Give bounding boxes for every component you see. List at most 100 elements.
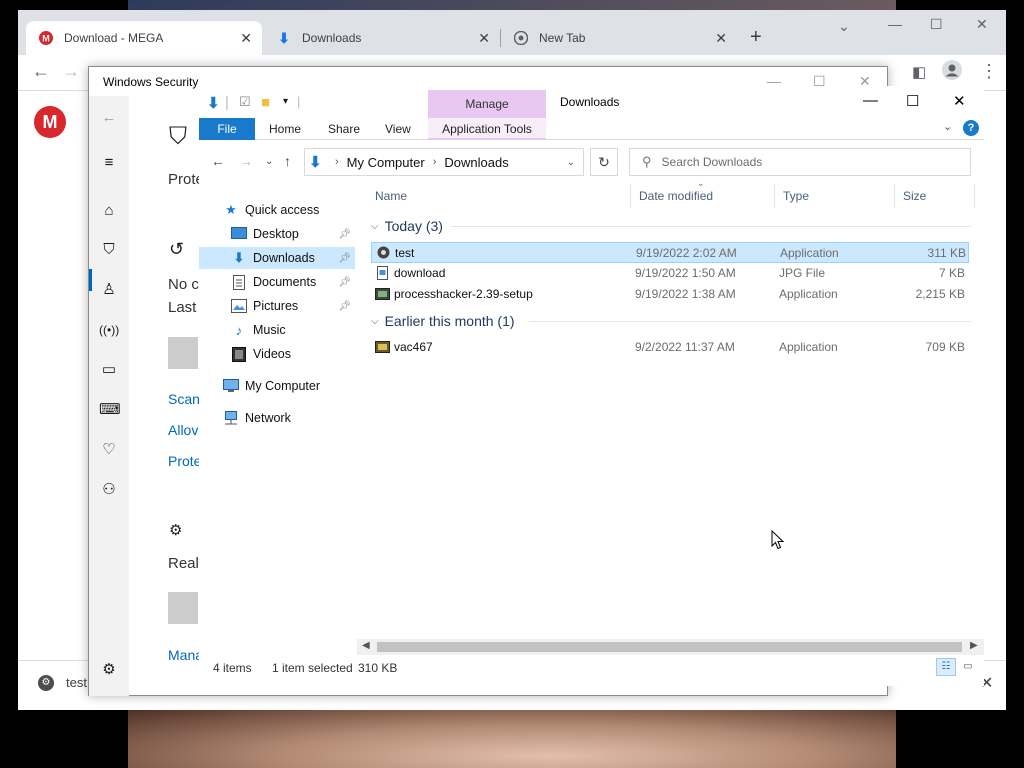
forward-arrow-icon[interactable]: → bbox=[239, 153, 253, 169]
breadcrumb-downloads[interactable]: Downloads bbox=[444, 155, 508, 170]
up-arrow-icon[interactable]: ↑ bbox=[284, 153, 291, 169]
close-icon[interactable]: ✕ bbox=[953, 92, 966, 110]
group-header-today[interactable]: ⌵ Today (3) bbox=[367, 216, 975, 236]
computer-icon bbox=[223, 378, 239, 394]
status-bar: 4 items 1 item selected 310 KB ☷ ▭ bbox=[199, 656, 984, 680]
home-icon[interactable]: ⌂ bbox=[99, 201, 119, 221]
protection-history-link[interactable]: Prote bbox=[168, 453, 201, 469]
group-header-earlier-this-month[interactable]: ⌵ Earlier this month (1) bbox=[367, 311, 975, 331]
new-tab-button[interactable]: + bbox=[750, 26, 762, 49]
column-header-size[interactable]: Size bbox=[895, 184, 975, 208]
tab-application-tools[interactable]: Application Tools bbox=[428, 118, 546, 140]
scroll-right-icon[interactable]: ▶ bbox=[970, 640, 978, 651]
help-icon[interactable]: ? bbox=[963, 120, 979, 136]
tab-mega[interactable]: M Download - MEGA ✕ bbox=[26, 21, 262, 55]
close-icon[interactable]: ✕ bbox=[715, 30, 727, 47]
qat-dropdown-icon[interactable]: ▾ bbox=[283, 96, 288, 107]
nav-item-music[interactable]: ♪ Music bbox=[199, 319, 355, 341]
firewall-icon[interactable]: ((•)) bbox=[99, 320, 119, 340]
file-row[interactable]: processhacker-2.39-setup 9/19/2022 1:38 … bbox=[371, 284, 969, 305]
manage-tab[interactable]: Manage bbox=[428, 90, 546, 118]
refresh-icon[interactable]: ↻ bbox=[590, 148, 618, 176]
file-row[interactable]: test 9/19/2022 2:02 AM Application 311 K… bbox=[371, 242, 969, 263]
recent-locations-icon[interactable]: ⌄ bbox=[265, 156, 273, 167]
column-header-name[interactable]: Name bbox=[367, 184, 631, 208]
tab-file[interactable]: File bbox=[199, 118, 255, 140]
allowed-threats-link[interactable]: Allov bbox=[168, 422, 198, 438]
nav-label: Music bbox=[253, 323, 286, 337]
file-size: 7 KB bbox=[938, 266, 965, 280]
app-browser-icon[interactable]: ▭ bbox=[99, 360, 119, 380]
hamburger-menu-icon[interactable]: ≡ bbox=[99, 153, 119, 173]
search-input[interactable]: ⚲ Search Downloads bbox=[629, 148, 971, 176]
profile-icon[interactable] bbox=[942, 60, 962, 85]
minimize-icon[interactable]: — bbox=[863, 92, 878, 109]
close-icon[interactable]: ✕ bbox=[478, 30, 490, 47]
nav-label: Quick access bbox=[245, 203, 320, 217]
tab-new-tab[interactable]: New Tab ✕ bbox=[501, 21, 737, 55]
properties-check-icon[interactable]: ☑ bbox=[239, 94, 251, 110]
nav-item-network[interactable]: Network bbox=[199, 407, 355, 429]
large-icons-view-icon[interactable]: ▭ bbox=[958, 658, 978, 676]
breadcrumb-separator-icon: › bbox=[432, 156, 437, 168]
forward-arrow-icon[interactable]: → bbox=[62, 61, 80, 82]
tab-view[interactable]: View bbox=[375, 118, 421, 140]
network-icon bbox=[223, 410, 239, 426]
nav-item-pictures[interactable]: Pictures 📌︎ bbox=[199, 295, 355, 317]
tab-downloads[interactable]: ⬇ Downloads ✕ bbox=[264, 21, 500, 55]
file-list: Name Date modified ⌄ Type Size ⌵ Today (… bbox=[367, 178, 975, 634]
side-panel-icon[interactable]: ◧ bbox=[912, 63, 926, 81]
file-type: Application bbox=[779, 340, 838, 354]
tab-share[interactable]: Share bbox=[318, 118, 370, 140]
maximize-icon[interactable]: ☐ bbox=[906, 92, 919, 110]
close-window-icon[interactable]: ✕ bbox=[976, 16, 988, 33]
address-bar[interactable]: ⬇ › My Computer › Downloads ⌄ bbox=[304, 148, 584, 176]
explorer-titlebar: ⬇ | ☑ ■ ▾ | Manage Downloads — ☐ ✕ bbox=[199, 86, 984, 118]
back-arrow-icon[interactable]: ← bbox=[211, 153, 225, 169]
file-type: Application bbox=[779, 287, 838, 301]
download-item-icon: ⚙ bbox=[38, 675, 54, 691]
back-arrow-icon[interactable]: ← bbox=[99, 108, 119, 128]
breadcrumb-my-computer[interactable]: My Computer bbox=[347, 155, 425, 170]
ribbon-expand-chevron-icon[interactable]: ⌄ bbox=[943, 120, 952, 133]
maximize-icon[interactable]: ☐ bbox=[930, 16, 943, 33]
scroll-left-icon[interactable]: ◀ bbox=[362, 640, 370, 651]
address-dropdown-icon[interactable]: ⌄ bbox=[567, 157, 575, 168]
health-icon[interactable]: ♡ bbox=[99, 440, 119, 460]
nav-item-videos[interactable]: Videos bbox=[199, 343, 355, 365]
quick-scan-button[interactable] bbox=[168, 337, 198, 369]
history-icon: ↺ bbox=[169, 239, 185, 259]
family-icon[interactable]: ⚇ bbox=[99, 480, 119, 500]
tab-search-icon[interactable]: ⌄ bbox=[838, 18, 850, 35]
scan-options-link[interactable]: Scan bbox=[168, 391, 200, 407]
tab-label: Downloads bbox=[302, 31, 362, 45]
back-arrow-icon[interactable]: ← bbox=[32, 61, 50, 82]
window-title: Windows Security bbox=[103, 75, 199, 89]
scrollbar-thumb[interactable] bbox=[377, 642, 962, 652]
nav-item-downloads[interactable]: ⬇ Downloads 📌︎ bbox=[199, 247, 355, 269]
details-view-icon[interactable]: ☷ bbox=[936, 658, 956, 676]
settings-gear-icon[interactable]: ⚙ bbox=[99, 660, 119, 680]
horizontal-scrollbar[interactable]: ◀ ▶ bbox=[357, 639, 984, 655]
toggle-button[interactable] bbox=[168, 592, 198, 624]
column-header-type[interactable]: Type bbox=[775, 184, 895, 208]
nav-item-my-computer[interactable]: My Computer bbox=[199, 375, 355, 397]
file-size: 709 KB bbox=[925, 340, 965, 354]
device-security-icon[interactable]: ⌨ bbox=[99, 400, 121, 420]
download-item-name[interactable]: test bbox=[66, 675, 87, 690]
file-row[interactable]: vac467 9/2/2022 11:37 AM Application 709… bbox=[371, 337, 969, 358]
nav-item-documents[interactable]: Documents 📌︎ bbox=[199, 271, 355, 293]
file-row[interactable]: download 9/19/2022 1:50 AM JPG File 7 KB bbox=[371, 263, 969, 284]
nav-item-desktop[interactable]: Desktop 📌︎ bbox=[199, 223, 355, 245]
mega-logo[interactable]: M bbox=[34, 106, 66, 138]
new-folder-icon[interactable]: ■ bbox=[261, 94, 270, 111]
menu-dots-icon[interactable]: ⋮ bbox=[980, 61, 998, 82]
manage-settings-link[interactable]: Mana bbox=[168, 647, 203, 663]
close-icon[interactable]: ✕ bbox=[240, 30, 252, 47]
tab-home[interactable]: Home bbox=[259, 118, 311, 140]
account-icon[interactable]: ♙ bbox=[99, 280, 119, 300]
minimize-icon[interactable]: — bbox=[888, 16, 902, 32]
chrome-icon bbox=[513, 30, 529, 46]
nav-quick-access[interactable]: ★ Quick access bbox=[199, 199, 355, 221]
shield-icon[interactable]: ⛉ bbox=[99, 240, 119, 260]
